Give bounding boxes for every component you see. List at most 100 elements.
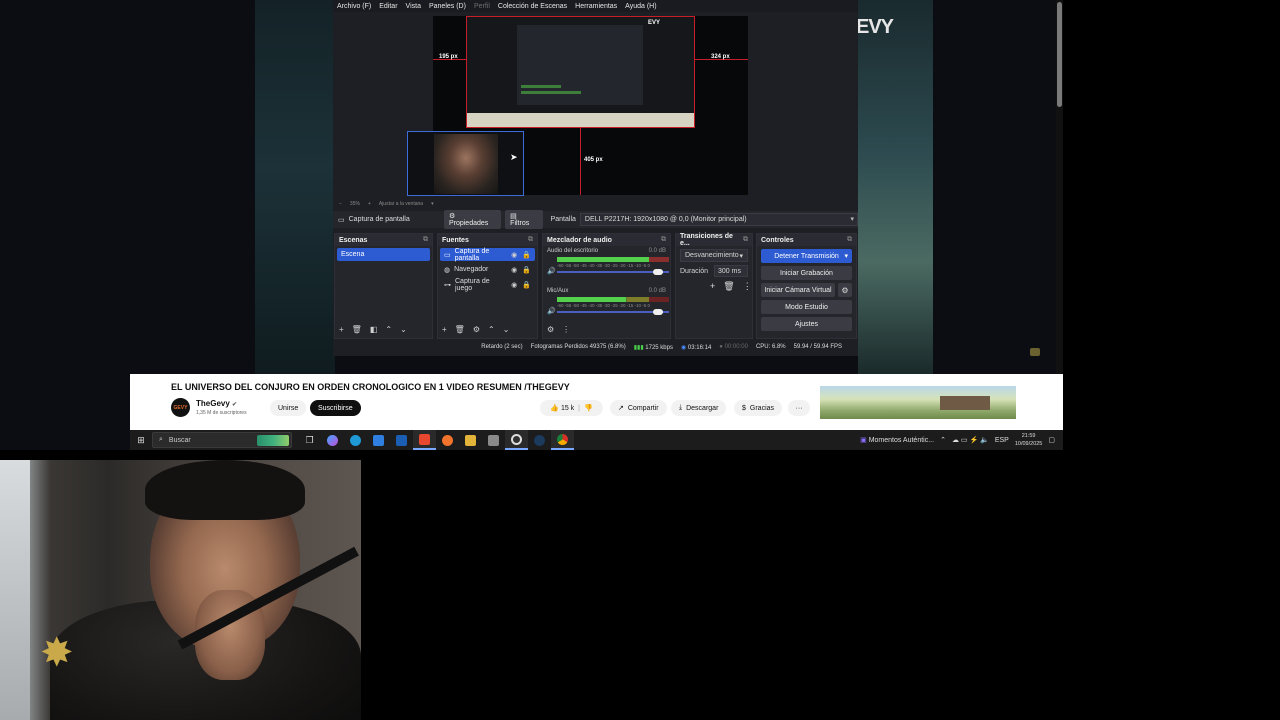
- outlook-icon[interactable]: [390, 430, 413, 450]
- filters-button[interactable]: ▤ Filtros: [505, 210, 543, 229]
- download-button[interactable]: ⤓ Descargar: [671, 400, 727, 416]
- file-explorer-icon[interactable]: [459, 430, 482, 450]
- mixer-menu-icon[interactable]: ⋮: [562, 325, 570, 334]
- notification-badge[interactable]: ▣ Momentos Auténtic...: [860, 436, 934, 444]
- virtual-camera-button[interactable]: Iniciar Cámara Virtual: [761, 283, 835, 297]
- zoom-fit-button[interactable]: Ajustar a la ventana: [379, 201, 423, 207]
- studio-mode-button[interactable]: Modo Estudio: [761, 300, 852, 314]
- source-settings-icon[interactable]: ⚙: [473, 325, 480, 334]
- virtual-camera-gear-icon[interactable]: ⚙: [838, 283, 852, 297]
- menu-herramientas[interactable]: Herramientas: [575, 3, 617, 10]
- scrollbar-thumb[interactable]: [1057, 2, 1062, 107]
- remove-source-icon[interactable]: 🗑: [455, 325, 465, 334]
- visibility-eye-icon[interactable]: ◉: [511, 281, 517, 289]
- dislike-button-icon[interactable]: 👎: [584, 404, 593, 412]
- tray-expand-icon[interactable]: ⌃: [940, 436, 946, 444]
- preview-canvas[interactable]: EVY 195 px 324 px 405 px ➤: [407, 16, 748, 196]
- obs-preview[interactable]: EVY 195 px 324 px 405 px ➤: [333, 12, 858, 197]
- scene-item[interactable]: Escena: [337, 248, 430, 261]
- add-scene-icon[interactable]: +: [339, 325, 344, 334]
- menu-perfil[interactable]: Perfil: [474, 3, 490, 10]
- explorer-logo: [465, 434, 476, 446]
- webcam-source[interactable]: ➤: [407, 131, 524, 196]
- duration-row: Duración 300 ms: [680, 265, 748, 277]
- language-indicator[interactable]: ESP: [995, 437, 1009, 444]
- add-transition-icon[interactable]: +: [710, 281, 715, 292]
- source-item-captura-juego[interactable]: ⊶ Captura de juego ◉ 🔒: [440, 278, 535, 292]
- join-button[interactable]: Unirse: [270, 400, 307, 416]
- undock-icon[interactable]: ⧉: [528, 236, 533, 244]
- firefox-icon[interactable]: [436, 430, 459, 450]
- edge-icon[interactable]: [344, 430, 367, 450]
- lock-icon[interactable]: 🔒: [522, 281, 531, 289]
- task-view-icon[interactable]: ❐: [298, 430, 321, 450]
- undock-icon[interactable]: ⧉: [423, 236, 428, 244]
- guide-bottom: [580, 128, 581, 195]
- menu-editar[interactable]: Editar: [379, 3, 397, 10]
- recommended-thumbnail[interactable]: [820, 386, 1016, 419]
- zoom-dropdown-icon[interactable]: ▾: [431, 201, 434, 207]
- more-actions-button[interactable]: ···: [788, 400, 810, 416]
- chevron-down-icon[interactable]: ▾: [844, 252, 848, 260]
- volume-slider-handle[interactable]: [653, 269, 663, 275]
- taskbar-search[interactable]: ⌕ Buscar: [152, 432, 292, 448]
- source-item-captura-pantalla[interactable]: ▭ Captura de pantalla ◉ 🔒: [440, 248, 535, 262]
- brave-icon[interactable]: [413, 430, 436, 450]
- scene-filters-icon[interactable]: ◧: [370, 325, 378, 334]
- volume-slider-handle[interactable]: [653, 309, 663, 315]
- copilot-icon[interactable]: [321, 430, 344, 450]
- tool-icon[interactable]: [482, 430, 505, 450]
- move-up-icon[interactable]: ⌃: [385, 325, 392, 334]
- thanks-button[interactable]: $ Gracias: [734, 400, 783, 416]
- visibility-eye-icon[interactable]: ◉: [511, 251, 517, 259]
- steam-icon[interactable]: [528, 430, 551, 450]
- notification-center-icon[interactable]: ▢: [1048, 436, 1055, 444]
- transition-select[interactable]: Desvanecimiento ▾: [680, 249, 748, 262]
- menu-coleccion-escenas[interactable]: Colección de Escenas: [498, 3, 567, 10]
- lock-icon[interactable]: 🔒: [522, 266, 531, 274]
- store-icon[interactable]: [367, 430, 390, 450]
- lock-icon[interactable]: 🔒: [522, 251, 531, 259]
- remove-scene-icon[interactable]: 🗑: [352, 325, 362, 334]
- subscribe-button[interactable]: Suscribirse: [310, 400, 361, 416]
- move-up-icon[interactable]: ⌃: [488, 325, 495, 334]
- speaker-icon[interactable]: 🔊: [547, 307, 556, 315]
- zoom-in-button[interactable]: +: [368, 201, 371, 207]
- taskbar-clock[interactable]: 21:59 10/09/2025: [1015, 432, 1043, 448]
- stop-stream-button[interactable]: Detener Transmisión ▾: [761, 249, 852, 263]
- menu-ayuda[interactable]: Ayuda (H): [625, 3, 656, 10]
- speaker-icon[interactable]: 🔊: [547, 267, 556, 275]
- remove-transition-icon[interactable]: 🗑: [723, 281, 734, 292]
- search-highlight-image: [257, 435, 289, 446]
- duration-input[interactable]: 300 ms: [714, 265, 748, 277]
- menu-archivo[interactable]: Archivo (F): [337, 3, 371, 10]
- move-down-icon[interactable]: ⌄: [503, 325, 510, 334]
- tray-icons[interactable]: ☁ ▭ ⚡ 🔈: [952, 436, 989, 444]
- zoom-out-button[interactable]: −: [339, 201, 342, 207]
- obs-icon[interactable]: [505, 430, 528, 450]
- move-down-icon[interactable]: ⌄: [400, 325, 407, 334]
- like-button[interactable]: 👍 15 k: [550, 404, 574, 412]
- mixer-settings-icon[interactable]: ⚙: [547, 325, 554, 334]
- screen-capture-source[interactable]: EVY: [466, 16, 695, 128]
- undock-icon[interactable]: ⧉: [661, 236, 666, 244]
- share-button[interactable]: ↗ Compartir: [610, 400, 667, 416]
- menu-paneles[interactable]: Paneles (D): [429, 3, 466, 10]
- settings-button[interactable]: Ajustes: [761, 317, 852, 331]
- source-item-navegador[interactable]: ◍ Navegador ◉ 🔒: [440, 263, 535, 276]
- chrome-icon[interactable]: [551, 430, 574, 450]
- visibility-eye-icon[interactable]: ◉: [511, 266, 517, 274]
- properties-button[interactable]: ⚙ Propiedades: [443, 210, 502, 229]
- screen-select[interactable]: DELL P2217H: 1920x1080 @ 0,0 (Monitor pr…: [579, 213, 858, 226]
- undock-icon[interactable]: ⧉: [847, 236, 852, 244]
- menu-vista[interactable]: Vista: [406, 3, 421, 10]
- channel-avatar[interactable]: GEVY: [171, 398, 190, 417]
- studio-mode-label: Modo Estudio: [785, 303, 828, 311]
- page-scrollbar[interactable]: [1056, 0, 1063, 374]
- undock-icon[interactable]: ⧉: [743, 236, 748, 244]
- channel-name[interactable]: TheGevy ✔: [196, 399, 237, 408]
- add-source-icon[interactable]: +: [442, 325, 447, 334]
- windows-start-icon[interactable]: ⊞: [130, 435, 152, 446]
- start-recording-button[interactable]: Iniciar Grabación: [761, 266, 852, 280]
- transition-menu-icon[interactable]: ⋮: [743, 281, 752, 292]
